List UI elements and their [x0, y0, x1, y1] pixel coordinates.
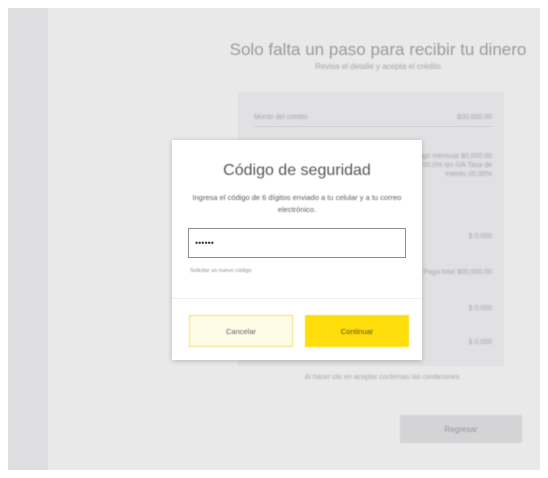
side-panel	[8, 8, 48, 470]
cancel-button[interactable]: Cancelar	[189, 315, 293, 347]
dialog-description: Ingresa el código de 6 dígitos enviado a…	[192, 193, 402, 214]
dialog-title: Código de seguridad	[223, 162, 371, 179]
summary-divider	[254, 126, 492, 127]
page-title: Solo falta un paso para recibir tu diner…	[229, 40, 527, 59]
back-button[interactable]: Regresar	[400, 415, 522, 443]
resend-code-link[interactable]: Solicitar un nuevo código	[190, 268, 251, 274]
continue-button[interactable]: Continuar	[305, 315, 409, 347]
page-subtitle: Revisa el detalle y acepta el crédito	[315, 62, 441, 71]
disclaimer-text: Al hacer clic en aceptar confirmas las c…	[304, 374, 460, 381]
summary-row-value: $00,000.00	[456, 114, 492, 121]
dialog-divider	[172, 298, 422, 299]
summary-row-label: Monto del crédito	[254, 114, 308, 121]
security-code-input[interactable]	[188, 228, 406, 258]
security-code-dialog: Código de seguridad Ingresa el código de…	[172, 140, 422, 360]
